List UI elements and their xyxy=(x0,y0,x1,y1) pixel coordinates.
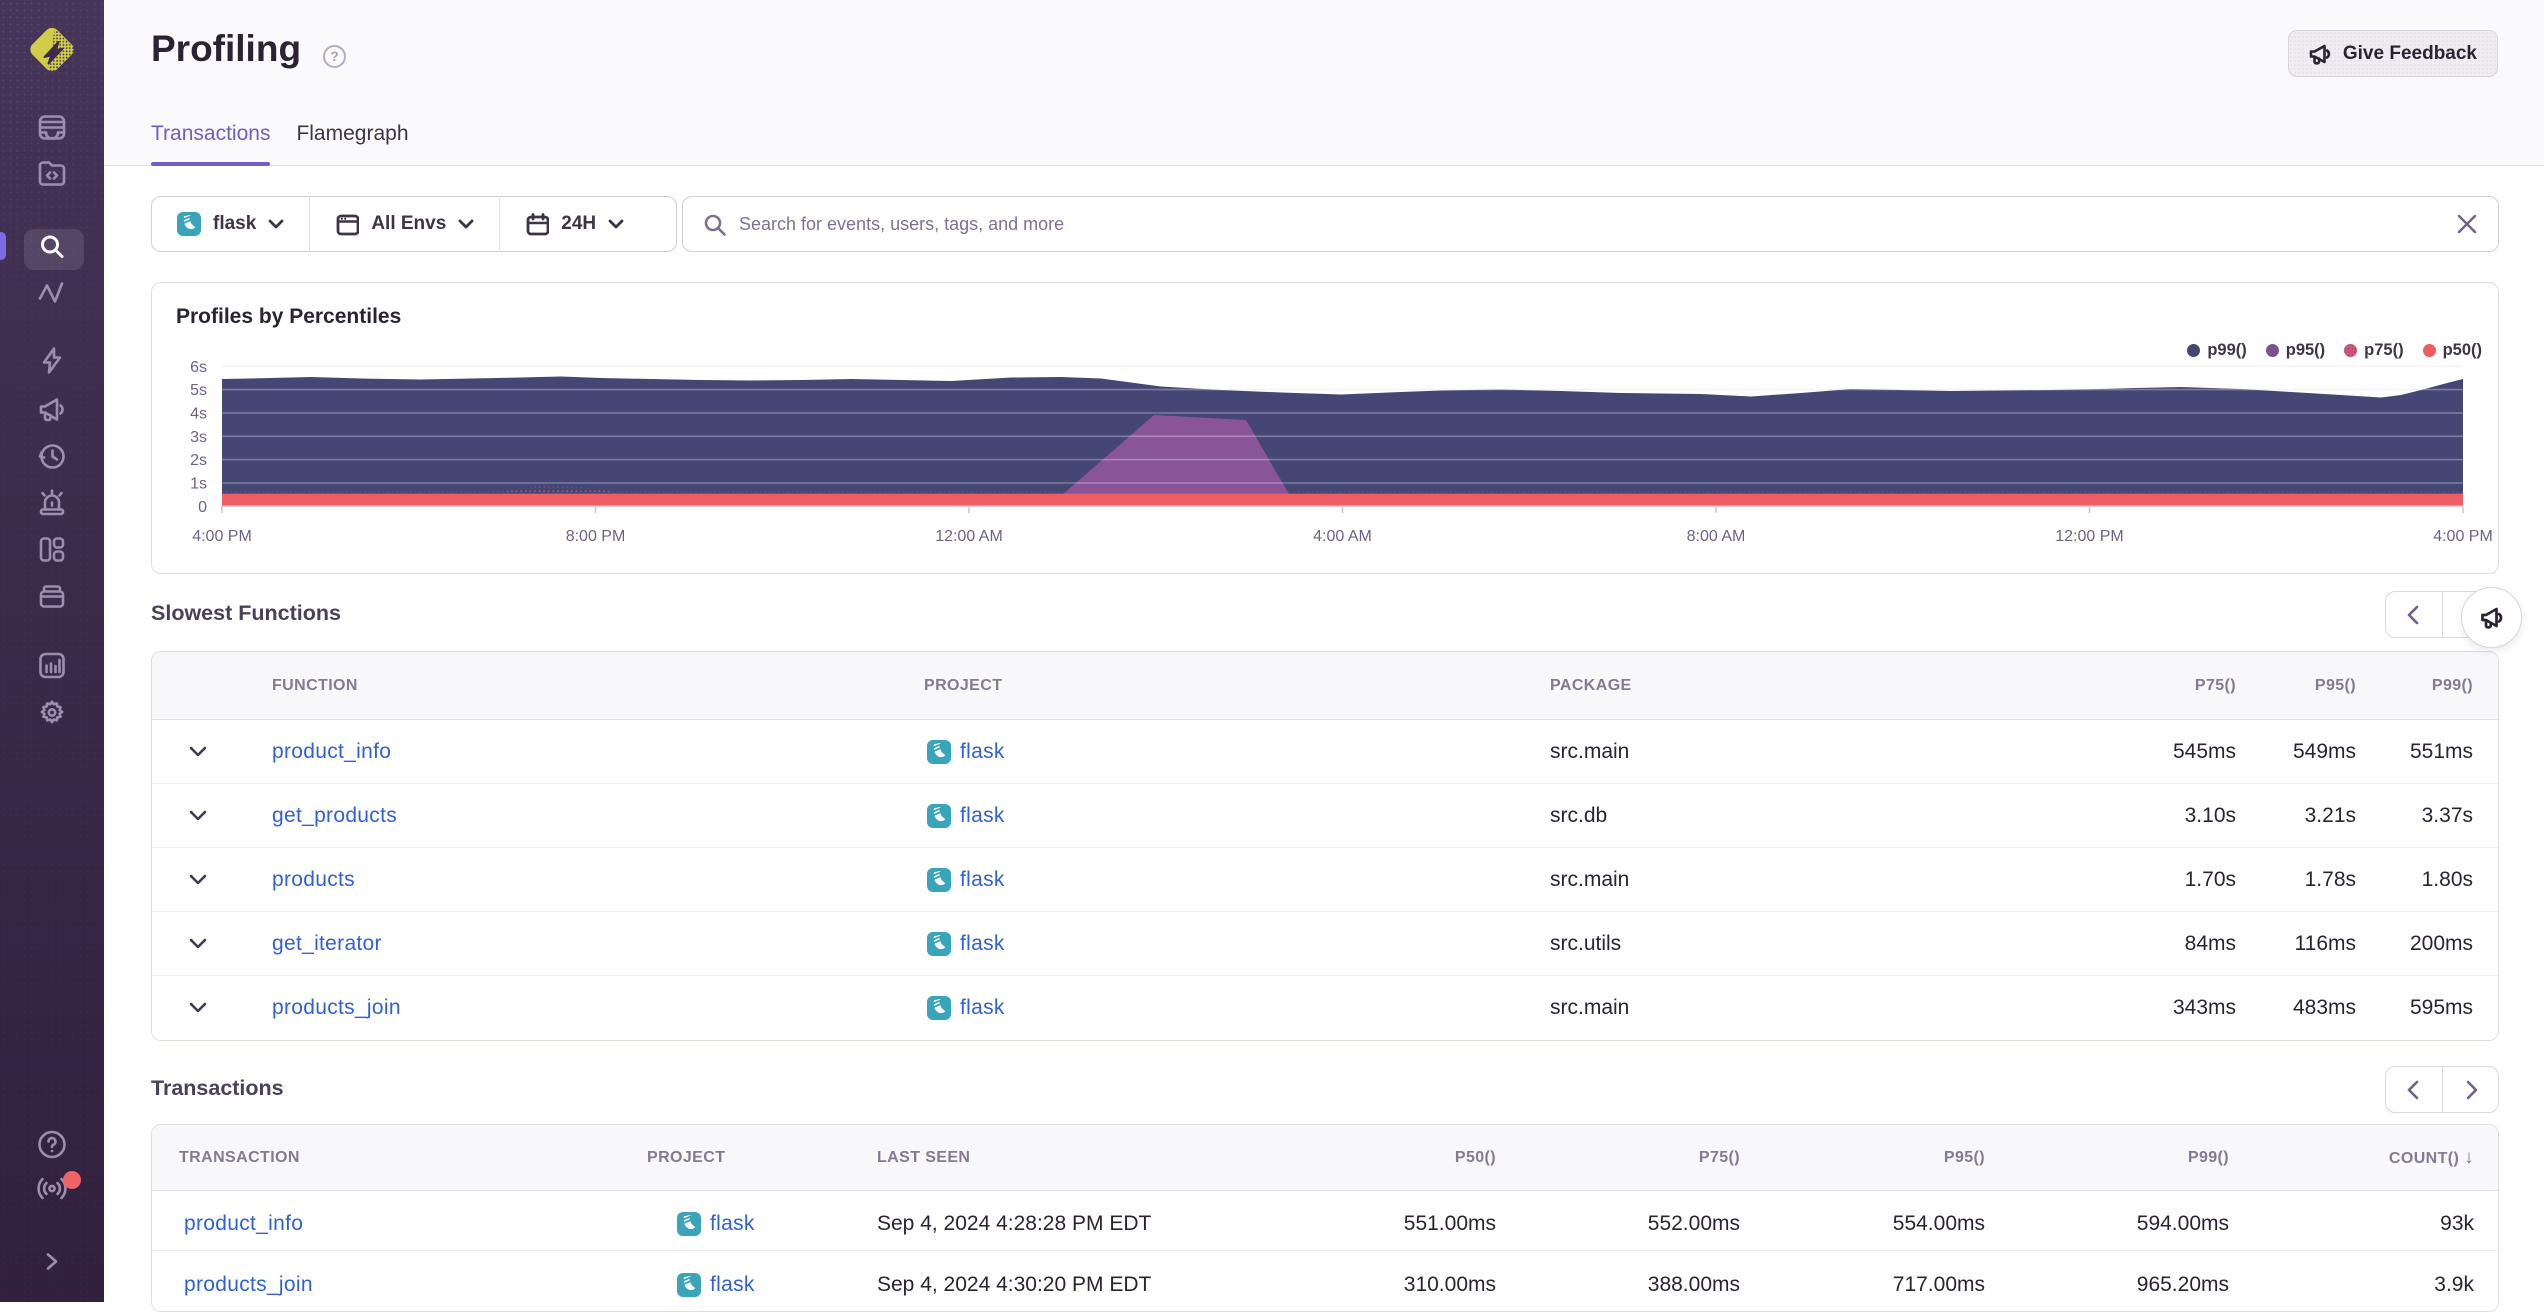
svg-text:8:00 PM: 8:00 PM xyxy=(566,528,626,545)
svg-text:4s: 4s xyxy=(190,406,207,423)
svg-text:6s: 6s xyxy=(190,359,207,376)
svg-text:12:00 PM: 12:00 PM xyxy=(2055,528,2123,545)
svg-text:4:00 PM: 4:00 PM xyxy=(192,528,252,545)
svg-text:3s: 3s xyxy=(190,429,207,446)
svg-text:4:00 AM: 4:00 AM xyxy=(1313,528,1372,545)
svg-text:2s: 2s xyxy=(190,452,207,469)
svg-text:1s: 1s xyxy=(190,476,207,493)
svg-text:4:00 PM: 4:00 PM xyxy=(2433,528,2493,545)
svg-text:12:00 AM: 12:00 AM xyxy=(935,528,1003,545)
svg-text:8:00 AM: 8:00 AM xyxy=(1687,528,1746,545)
svg-text:5s: 5s xyxy=(190,382,207,399)
svg-text:0: 0 xyxy=(198,499,207,516)
